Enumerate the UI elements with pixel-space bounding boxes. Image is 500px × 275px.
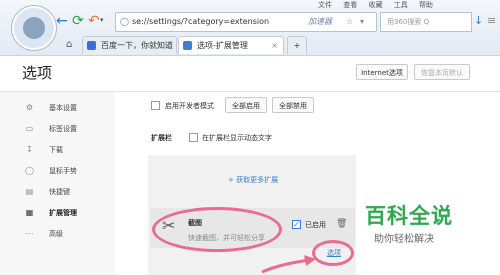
address-text: se://settings/?category=extension	[132, 17, 270, 26]
sidebar-item-label: 快捷键	[49, 188, 70, 196]
download-icon[interactable]: ↓	[474, 13, 483, 29]
sidebar-item-label: 基本设置	[49, 104, 77, 112]
highlight-circle	[152, 207, 282, 252]
dev-mode-checkbox[interactable]	[151, 101, 160, 110]
tab-extension-settings[interactable]: 选项-扩展管理 ×	[178, 36, 284, 54]
tab-label: 百度一下，你就知道	[101, 41, 173, 50]
shield-icon: ◯	[120, 17, 129, 26]
tab-label: 选项-扩展管理	[197, 41, 248, 50]
restore-defaults-button[interactable]: 恢复本页默认	[414, 64, 470, 80]
sidebar-item-label: 高级	[49, 230, 63, 238]
sidebar-item-label: 扩展管理	[49, 209, 77, 217]
arrow-icon	[261, 255, 316, 274]
menu-favorites[interactable]: 收藏	[368, 0, 382, 10]
menu-view[interactable]: 查看	[343, 0, 357, 10]
search-placeholder: 用360搜索 Q	[387, 18, 430, 26]
menu-bar: 文件 查看 收藏 工具 帮助	[318, 0, 442, 10]
keyboard-icon: ▤	[25, 187, 34, 196]
sidebar-item-label: 鼠标手势	[49, 167, 77, 175]
menu-help[interactable]: 帮助	[419, 0, 433, 10]
address-bar[interactable]: ◯ se://settings/?category=extension 加速器 …	[115, 12, 377, 32]
tab-icon: ▭	[25, 124, 34, 133]
dev-mode-label: 启用开发者模式	[165, 102, 214, 110]
new-tab-button[interactable]: +	[287, 36, 307, 54]
grid-icon: ▦	[25, 208, 34, 217]
search-input[interactable]: 用360搜索 Q	[380, 12, 472, 32]
back-icon[interactable]: ←	[56, 13, 68, 29]
disable-all-button[interactable]: 全部禁用	[272, 97, 314, 113]
download-icon: ↧	[26, 145, 33, 154]
menu-file[interactable]: 文件	[318, 0, 332, 10]
enabled-checkbox[interactable]: ✓	[292, 220, 301, 229]
menu-tools[interactable]: 工具	[394, 0, 408, 10]
logo-icon	[23, 17, 45, 39]
undo-icon[interactable]: ↶	[88, 13, 100, 29]
enabled-label: 已启用	[305, 221, 326, 229]
settings-icon	[183, 41, 192, 50]
watermark-title: 百科全说	[365, 204, 453, 228]
chevron-down-icon[interactable]: ▾	[360, 13, 364, 31]
browser-logo[interactable]	[12, 6, 56, 50]
page-title: 选项	[22, 64, 53, 82]
watermark-subtitle: 助你轻松解决	[374, 234, 434, 245]
dynamic-text-label: 在扩展栏显示动态文字	[202, 134, 272, 142]
sidebar	[0, 92, 115, 275]
home-icon[interactable]: ⌂	[66, 39, 72, 50]
sidebar-item-label: 下载	[49, 146, 63, 154]
close-icon[interactable]: ×	[271, 37, 278, 55]
forward-icon[interactable]: ⟳	[72, 13, 84, 29]
tab-baidu[interactable]: 百度一下，你就知道 ×	[82, 36, 177, 54]
toolbar-heading: 扩展栏	[151, 134, 172, 142]
close-icon[interactable]: ×	[164, 37, 171, 55]
internet-options-button[interactable]: Internet选项	[356, 64, 408, 80]
enable-all-button[interactable]: 全部启用	[225, 97, 267, 113]
baidu-icon	[87, 41, 96, 50]
menu-icon[interactable]: ≡	[487, 13, 496, 29]
dynamic-text-checkbox[interactable]	[189, 133, 198, 142]
accelerator-badge[interactable]: 加速器	[308, 13, 332, 31]
more-icon: ⋯	[25, 229, 34, 238]
sidebar-item-label: 标签设置	[49, 125, 77, 133]
gear-icon: ⚙	[25, 103, 34, 112]
chevron-down-icon[interactable]: ▾	[100, 16, 104, 24]
mouse-icon: ◯	[25, 166, 34, 175]
star-icon[interactable]: ☆	[346, 13, 353, 31]
get-more-extensions-link[interactable]: + 获取更多扩展	[228, 175, 278, 185]
trash-icon[interactable]: 🗑	[336, 219, 347, 229]
